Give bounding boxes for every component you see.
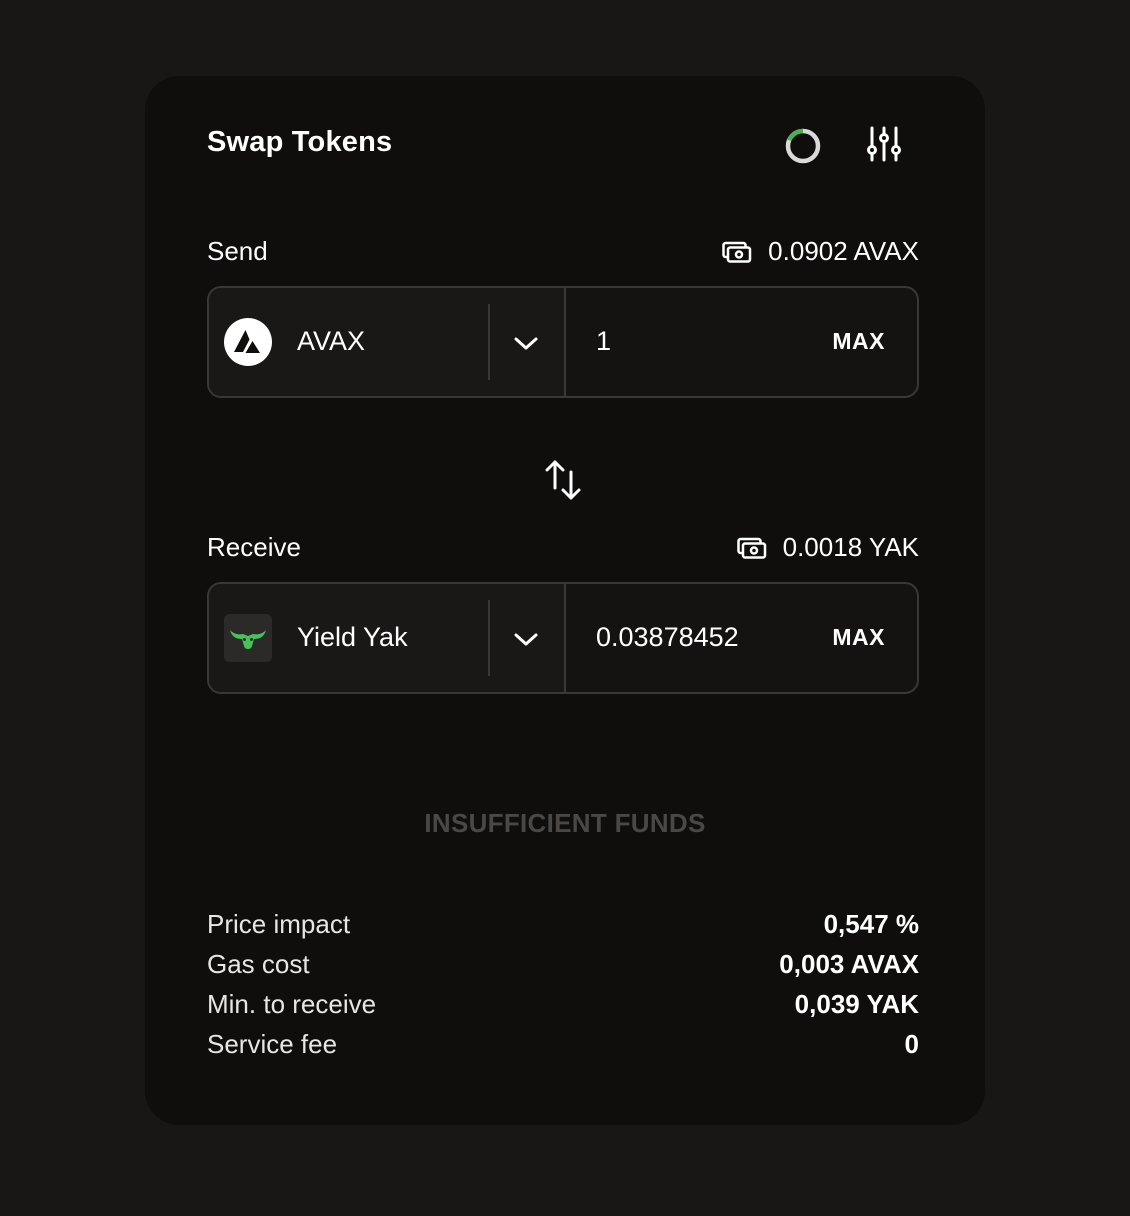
page-title: Swap Tokens xyxy=(207,126,393,158)
yield-yak-logo xyxy=(224,614,272,662)
send-balance: 0.0902 AVAX xyxy=(722,236,919,267)
receive-token-selector[interactable]: Yield Yak xyxy=(209,584,566,692)
swap-details: Price impact 0,547 % Gas cost 0,003 AVAX… xyxy=(207,904,919,1064)
swap-arrows-icon[interactable] xyxy=(541,458,585,502)
detail-label: Min. to receive xyxy=(207,988,377,1019)
detail-value: 0,003 AVAX xyxy=(779,948,919,979)
refresh-progress-icon[interactable] xyxy=(783,126,823,166)
detail-row-min-receive: Min. to receive 0,039 YAK xyxy=(207,984,919,1024)
detail-value: 0 xyxy=(904,1028,919,1059)
detail-label: Gas cost xyxy=(207,948,310,979)
send-token-selector[interactable]: AVAX xyxy=(209,288,566,396)
chevron-down-icon[interactable] xyxy=(513,626,539,652)
receive-token-box: Yield Yak 0.03878452 MAX xyxy=(207,582,919,694)
wallet-icon xyxy=(736,537,766,559)
detail-label: Service fee xyxy=(207,1028,338,1059)
chevron-down-icon[interactable] xyxy=(513,330,539,356)
send-token-box: AVAX 1 MAX xyxy=(207,286,919,398)
avax-logo xyxy=(224,318,272,366)
wallet-icon xyxy=(722,241,752,263)
detail-label: Price impact xyxy=(207,908,351,939)
detail-row-gas-cost: Gas cost 0,003 AVAX xyxy=(207,944,919,984)
divider xyxy=(488,304,490,380)
send-max-button[interactable]: MAX xyxy=(832,328,885,355)
sliders-icon[interactable] xyxy=(864,124,904,164)
insufficient-funds-button[interactable]: INSUFFICIENT FUNDS xyxy=(145,808,985,839)
send-amount-input[interactable]: 1 xyxy=(596,326,611,357)
detail-value: 0,039 YAK xyxy=(794,988,919,1019)
send-token-name: AVAX xyxy=(297,326,366,356)
detail-value: 0,547 % xyxy=(823,908,919,939)
detail-row-service-fee: Service fee 0 xyxy=(207,1024,919,1064)
swap-card: Swap Tokens Send 0.0902 AVAX AVAX 1 MAX … xyxy=(145,76,985,1125)
receive-token-name: Yield Yak xyxy=(297,622,408,652)
send-balance-value: 0.0902 AVAX xyxy=(768,236,919,266)
receive-amount-input[interactable]: 0.03878452 xyxy=(596,622,739,653)
send-label: Send xyxy=(207,236,268,266)
receive-label: Receive xyxy=(207,532,301,562)
receive-balance-value: 0.0018 YAK xyxy=(782,532,919,562)
receive-balance: 0.0018 YAK xyxy=(736,532,919,563)
divider xyxy=(488,600,490,676)
receive-max-button[interactable]: MAX xyxy=(832,624,885,651)
detail-row-price-impact: Price impact 0,547 % xyxy=(207,904,919,944)
